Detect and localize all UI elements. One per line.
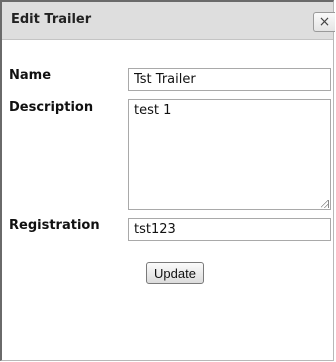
dialog-titlebar[interactable]: Edit Trailer ×: [2, 2, 335, 40]
dialog-title: Edit Trailer: [11, 12, 92, 27]
edit-trailer-dialog: Edit Trailer × Name Description test 1 R…: [0, 0, 335, 361]
name-input[interactable]: [128, 68, 331, 91]
update-button[interactable]: Update: [146, 262, 204, 284]
registration-label: Registration: [9, 218, 100, 233]
resize-grip-icon[interactable]: [321, 200, 329, 208]
close-icon[interactable]: ×: [313, 12, 335, 32]
description-textarea[interactable]: test 1: [128, 99, 331, 210]
registration-input[interactable]: [128, 218, 331, 241]
name-label: Name: [9, 68, 52, 83]
description-label: Description: [9, 100, 94, 115]
